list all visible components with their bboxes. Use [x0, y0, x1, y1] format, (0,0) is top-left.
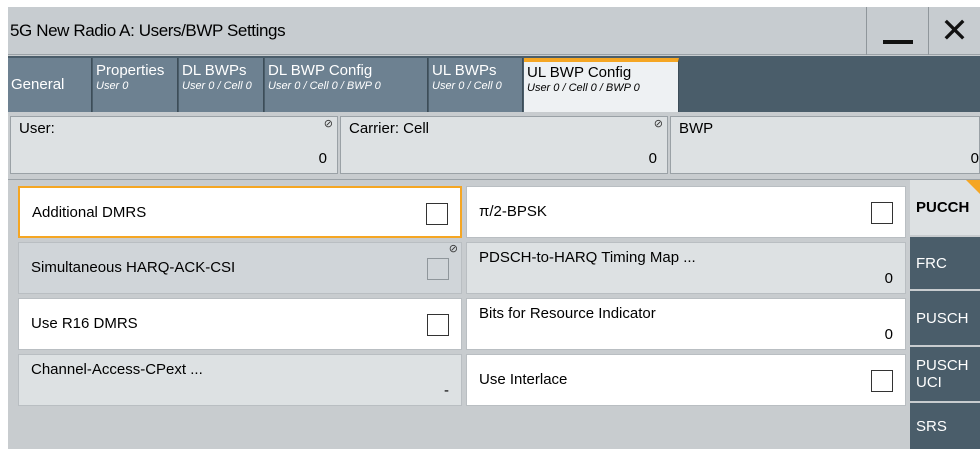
pdsch-harq-label: PDSCH-to-HARQ Timing Map ... [479, 249, 696, 266]
simultaneous-harq-ack-csi-field: Simultaneous HARQ-ACK-CSI ⊘ [18, 242, 462, 294]
tab-properties[interactable]: Properties User 0 [93, 58, 178, 112]
settings-panel: Additional DMRS π/2-BPSK Simultaneous HA… [8, 179, 980, 449]
side-tab-label: PUSCH [916, 309, 969, 327]
channel-access-label: Channel-Access-CPext ... [31, 361, 203, 378]
carrier-info: Carrier: Cell ⊘ 0 [340, 116, 668, 174]
tab-sublabel: User 0 [96, 80, 129, 92]
simultaneous-harq-label: Simultaneous HARQ-ACK-CSI [31, 259, 236, 276]
additional-dmrs-field[interactable]: Additional DMRS [18, 186, 462, 238]
bits-resource-value: 0 [884, 326, 893, 343]
tab-ul-bwps[interactable]: UL BWPs User 0 / Cell 0 [429, 58, 523, 112]
active-indicator [966, 180, 980, 194]
bits-resource-label: Bits for Resource Indicator [479, 305, 656, 322]
additional-dmrs-checkbox[interactable] [426, 203, 448, 225]
tab-bar: General Properties User 0 DL BWPs User 0… [8, 56, 980, 112]
window-title: 5G New Radio A: Users/BWP Settings [10, 21, 286, 40]
minimize-icon [882, 40, 913, 44]
title-bar: 5G New Radio A: Users/BWP Settings ✕ [8, 7, 980, 55]
bwp-info: BWP 0 [670, 116, 980, 174]
tab-general[interactable]: General [8, 58, 92, 112]
lock-icon: ⊘ [653, 118, 663, 130]
tab-label: DL BWP Config [268, 62, 373, 79]
side-tab-label: PUSCH UCI [916, 357, 969, 391]
use-r16-dmrs-field[interactable]: Use R16 DMRS [18, 298, 462, 350]
tab-ul-bwp-config[interactable]: UL BWP Config User 0 / Cell 0 / BWP 0 [524, 58, 679, 112]
users-bwp-settings-window: 5G New Radio A: Users/BWP Settings ✕ Gen… [8, 7, 980, 449]
tab-sublabel: User 0 / Cell 0 / BWP 0 [527, 82, 640, 94]
side-tab-label: FRC [916, 254, 947, 272]
user-label: User: [19, 120, 55, 137]
user-info: User: ⊘ 0 [10, 116, 338, 174]
tab-sublabel: User 0 / Cell 0 / BWP 0 [268, 80, 381, 92]
channel-access-cpext-button[interactable]: Channel-Access-CPext ... - [18, 354, 462, 406]
tab-dl-bwp-config[interactable]: DL BWP Config User 0 / Cell 0 / BWP 0 [265, 58, 428, 112]
channel-access-value: - [444, 382, 449, 399]
side-tab-pucch[interactable]: PUCCH [910, 180, 980, 235]
lock-icon: ⊘ [448, 243, 458, 255]
info-bar: User: ⊘ 0 Carrier: Cell ⊘ 0 BWP 0 [8, 113, 980, 178]
side-tab-label: SRS [916, 418, 947, 435]
carrier-label: Carrier: Cell [349, 120, 430, 137]
side-tab-srs[interactable]: SRS [910, 403, 980, 449]
tab-label: General [11, 76, 65, 93]
pi2-bpsk-field[interactable]: π/2-BPSK [466, 186, 906, 238]
additional-dmrs-label: Additional DMRS [32, 204, 147, 221]
side-tab-pusch[interactable]: PUSCH [910, 291, 980, 345]
pdsch-harq-timing-map-button[interactable]: PDSCH-to-HARQ Timing Map ... 0 [466, 242, 906, 294]
close-button[interactable]: ✕ [928, 7, 980, 55]
simultaneous-harq-checkbox [427, 258, 449, 280]
tab-label: Properties [96, 62, 165, 79]
tab-sublabel: User 0 / Cell 0 [182, 80, 252, 92]
bwp-value: 0 [970, 150, 979, 167]
user-value: 0 [318, 150, 327, 167]
use-r16-dmrs-checkbox[interactable] [427, 314, 449, 336]
pi2-bpsk-checkbox[interactable] [871, 202, 893, 224]
tab-label: DL BWPs [182, 62, 247, 79]
bits-resource-indicator-field[interactable]: Bits for Resource Indicator 0 [466, 298, 906, 350]
tab-sublabel: User 0 / Cell 0 [432, 80, 502, 92]
lock-icon: ⊘ [323, 118, 333, 130]
carrier-value: 0 [648, 150, 657, 167]
close-icon: ✕ [940, 12, 969, 50]
pdsch-harq-value: 0 [884, 270, 893, 287]
use-r16-dmrs-label: Use R16 DMRS [31, 315, 138, 332]
bwp-label: BWP [679, 120, 714, 137]
side-tab-pusch-uci[interactable]: PUSCH UCI [910, 347, 980, 401]
pi2-bpsk-label: π/2-BPSK [479, 203, 547, 220]
minimize-button[interactable] [866, 7, 928, 55]
side-tab-bar: PUCCH FRC PUSCH PUSCH UCI SRS [908, 180, 980, 449]
use-interlace-label: Use Interlace [479, 371, 568, 388]
use-interlace-checkbox[interactable] [871, 370, 893, 392]
use-interlace-field[interactable]: Use Interlace [466, 354, 906, 406]
tab-label: UL BWPs [432, 62, 497, 79]
side-tab-label: PUCCH [916, 199, 970, 216]
side-tab-frc[interactable]: FRC [910, 237, 980, 289]
tab-dl-bwps[interactable]: DL BWPs User 0 / Cell 0 [179, 58, 264, 112]
tab-label: UL BWP Config [527, 64, 632, 81]
